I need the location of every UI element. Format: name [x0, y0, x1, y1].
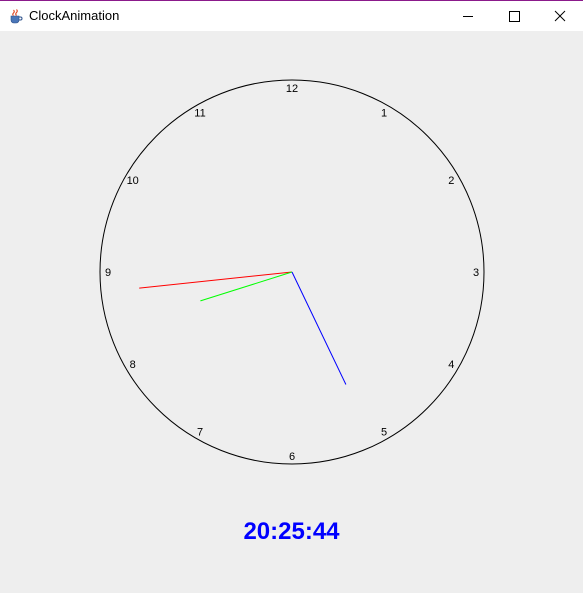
- title-bar[interactable]: ClockAnimation: [0, 1, 583, 31]
- clock-numeral-10: 10: [127, 175, 139, 187]
- clock-numeral-4: 4: [448, 359, 454, 371]
- maximize-button[interactable]: [491, 1, 537, 31]
- clock-numeral-6: 6: [289, 451, 295, 463]
- close-icon: [554, 10, 566, 22]
- clock-numeral-12: 12: [286, 83, 298, 95]
- clock-numeral-11: 11: [194, 108, 205, 120]
- second-hand: [139, 271, 293, 289]
- maximize-icon: [509, 11, 520, 22]
- clock-numeral-3: 3: [473, 267, 479, 279]
- clock-numeral-1: 1: [381, 108, 387, 120]
- clock-panel: 12 1 2 3 4 5 6 7 8 9 10 11 20:25:44: [0, 31, 583, 593]
- java-coffee-cup-icon: [8, 8, 24, 24]
- application-window: ClockAnimation 12 1 2 3 4 5 6 7 8 9 10 11: [0, 0, 583, 593]
- analog-clock: 121234567891011: [99, 79, 485, 465]
- minimize-icon: [463, 16, 473, 17]
- close-button[interactable]: [537, 1, 583, 31]
- clock-numeral-5: 5: [381, 426, 387, 438]
- minute-hand: [291, 271, 347, 385]
- digital-time-display: 20:25:44: [243, 518, 340, 545]
- minimize-button[interactable]: [445, 1, 491, 31]
- window-title: ClockAnimation: [29, 8, 120, 23]
- clock-numeral-9: 9: [105, 267, 111, 279]
- clock-numeral-7: 7: [197, 426, 203, 438]
- clock-hands: [139, 271, 347, 385]
- clock-numeral-2: 2: [448, 175, 454, 187]
- clock-numeral-8: 8: [130, 359, 136, 371]
